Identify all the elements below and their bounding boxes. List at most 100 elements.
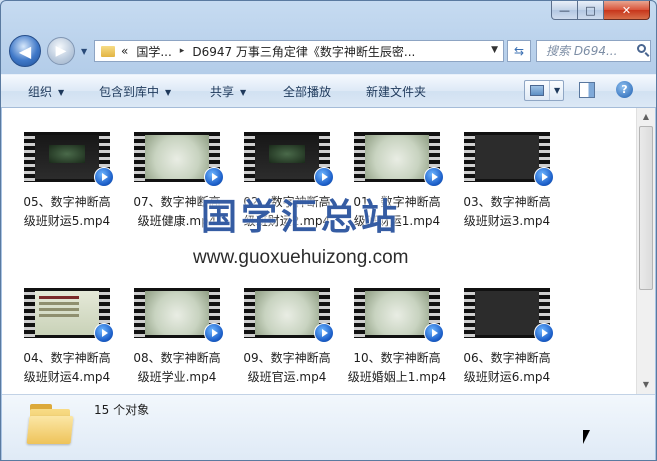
organize-menu[interactable]: 组织 ▼ [28, 83, 64, 100]
navigation-bar: ◀ ▶ ▼ « 国学... ▸ D6947 万事三角定律《数字神断生辰密... … [1, 35, 656, 69]
filmstrip [464, 132, 475, 182]
file-name: 06、数字神断高 级班财运6.mp4 [463, 351, 551, 384]
filmstrip [134, 288, 145, 338]
video-thumbnail [244, 288, 334, 343]
dropdown-arrow-icon: ▼ [165, 88, 172, 97]
video-frame [475, 291, 539, 335]
file-name: 09、数字神断高 级班官运.mp4 [243, 351, 331, 384]
file-item[interactable]: 03、数字神断高 级班财运3.mp4 [455, 132, 559, 231]
include-library-label: 包含到库中 [99, 85, 160, 99]
video-frame [35, 291, 99, 335]
filmstrip [244, 288, 255, 338]
media-player-icon [424, 323, 444, 343]
search-icon [637, 44, 646, 53]
minimize-button[interactable]: — [551, 1, 578, 20]
video-frame [475, 135, 539, 179]
details-pane: 15 个对象 [2, 394, 655, 460]
new-folder-button[interactable]: 新建文件夹 [366, 83, 426, 100]
media-player-icon [94, 167, 114, 187]
video-thumbnail [24, 132, 114, 187]
mouse-cursor-icon [583, 430, 590, 444]
include-in-library-menu[interactable]: 包含到库中 ▼ [99, 83, 171, 100]
folder-icon [101, 45, 115, 57]
video-frame [145, 135, 209, 179]
dropdown-arrow-icon[interactable]: ▼ [554, 86, 560, 95]
file-name: 05、数字神断高 级班财运5.mp4 [23, 195, 111, 228]
back-button[interactable]: ◀ [9, 35, 41, 67]
filmstrip [354, 132, 365, 182]
file-name: 08、数字神断高 级班学业.mp4 [133, 351, 221, 384]
file-name: 04、数字神断高 级班财运4.mp4 [23, 351, 111, 384]
file-item[interactable]: 06、数字神断高 级班财运6.mp4 [455, 288, 559, 387]
watermark-text: 国学汇总站 [201, 197, 402, 238]
help-icon[interactable]: ? [616, 81, 633, 98]
video-frame [35, 135, 99, 179]
media-player-icon [314, 167, 334, 187]
file-name: 10、数字神断高 级班婚姻上1.mp4 [347, 351, 447, 384]
video-thumbnail [134, 288, 224, 343]
share-label: 共享 [210, 85, 235, 99]
breadcrumb-segment[interactable]: D6947 万事三角定律《数字神断生辰密... [192, 43, 415, 60]
search-input[interactable]: 搜索 D694... [536, 40, 651, 62]
video-frame [365, 135, 429, 179]
video-thumbnail [464, 132, 554, 187]
video-thumbnail [354, 132, 444, 187]
refresh-button[interactable]: ⇆ [507, 40, 531, 62]
address-bar[interactable]: « 国学... ▸ D6947 万事三角定律《数字神断生辰密... ▼ [94, 40, 504, 62]
view-icon [530, 85, 544, 96]
share-menu[interactable]: 共享 ▼ [210, 83, 246, 100]
media-player-icon [534, 323, 554, 343]
filmstrip [354, 288, 365, 338]
caption-buttons: — □ ✕ [551, 1, 650, 20]
play-all-button[interactable]: 全部播放 [283, 83, 331, 100]
close-button[interactable]: ✕ [604, 1, 650, 20]
refresh-icon: ⇆ [513, 44, 525, 58]
divider [549, 81, 550, 100]
organize-label: 组织 [28, 85, 53, 99]
media-player-icon [314, 323, 334, 343]
scroll-down-icon[interactable]: ▼ [638, 377, 654, 393]
address-root-chevron[interactable]: « [121, 44, 128, 58]
file-item[interactable]: 08、数字神断高 级班学业.mp4 [125, 288, 229, 387]
file-item[interactable]: 04、数字神断高 级班财运4.mp4 [15, 288, 119, 387]
media-player-icon [204, 323, 224, 343]
dropdown-arrow-icon: ▼ [240, 88, 247, 97]
file-item[interactable]: 10、数字神断高 级班婚姻上1.mp4 [345, 288, 449, 387]
recent-pages-dropdown[interactable]: ▼ [81, 47, 91, 57]
video-frame [365, 291, 429, 335]
address-dropdown-icon[interactable]: ▼ [491, 45, 498, 55]
scroll-up-icon[interactable]: ▲ [638, 109, 654, 125]
video-thumbnail [24, 288, 114, 343]
change-view-button[interactable]: ▼ [524, 80, 564, 101]
breadcrumb-separator[interactable]: ▸ [180, 46, 185, 56]
search-placeholder: 搜索 D694... [546, 44, 618, 58]
folder-icon [26, 404, 74, 446]
filmstrip [464, 288, 475, 338]
filmstrip [24, 288, 35, 338]
file-item[interactable]: 09、数字神断高 级班官运.mp4 [235, 288, 339, 387]
scroll-thumb[interactable] [639, 126, 653, 290]
dropdown-arrow-icon: ▼ [58, 88, 65, 97]
media-player-icon [94, 323, 114, 343]
file-name: 03、数字神断高 级班财运3.mp4 [463, 195, 551, 228]
forward-button[interactable]: ▶ [47, 37, 75, 65]
filmstrip [134, 132, 145, 182]
item-count: 15 个对象 [94, 403, 150, 417]
filmstrip [24, 132, 35, 182]
file-item[interactable]: 05、数字神断高 级班财运5.mp4 [15, 132, 119, 231]
video-frame [145, 291, 209, 335]
video-thumbnail [244, 132, 334, 187]
video-thumbnail [134, 132, 224, 187]
preview-pane-button[interactable] [579, 82, 595, 98]
maximize-button[interactable]: □ [578, 1, 604, 20]
explorer-window: — □ ✕ ◀ ▶ ▼ « 国学... ▸ D6947 万事三角定律《数字神断生… [0, 0, 657, 461]
vertical-scrollbar[interactable]: ▲ ▼ [636, 108, 655, 394]
media-player-icon [424, 167, 444, 187]
video-frame [255, 291, 319, 335]
video-thumbnail [464, 288, 554, 343]
command-bar: 组织 ▼ 包含到库中 ▼ 共享 ▼ 全部播放 新建文件夹 ▼ ? [1, 74, 656, 108]
video-thumbnail [354, 288, 444, 343]
filmstrip [244, 132, 255, 182]
breadcrumb-segment[interactable]: 国学... [136, 43, 171, 60]
video-frame [255, 135, 319, 179]
